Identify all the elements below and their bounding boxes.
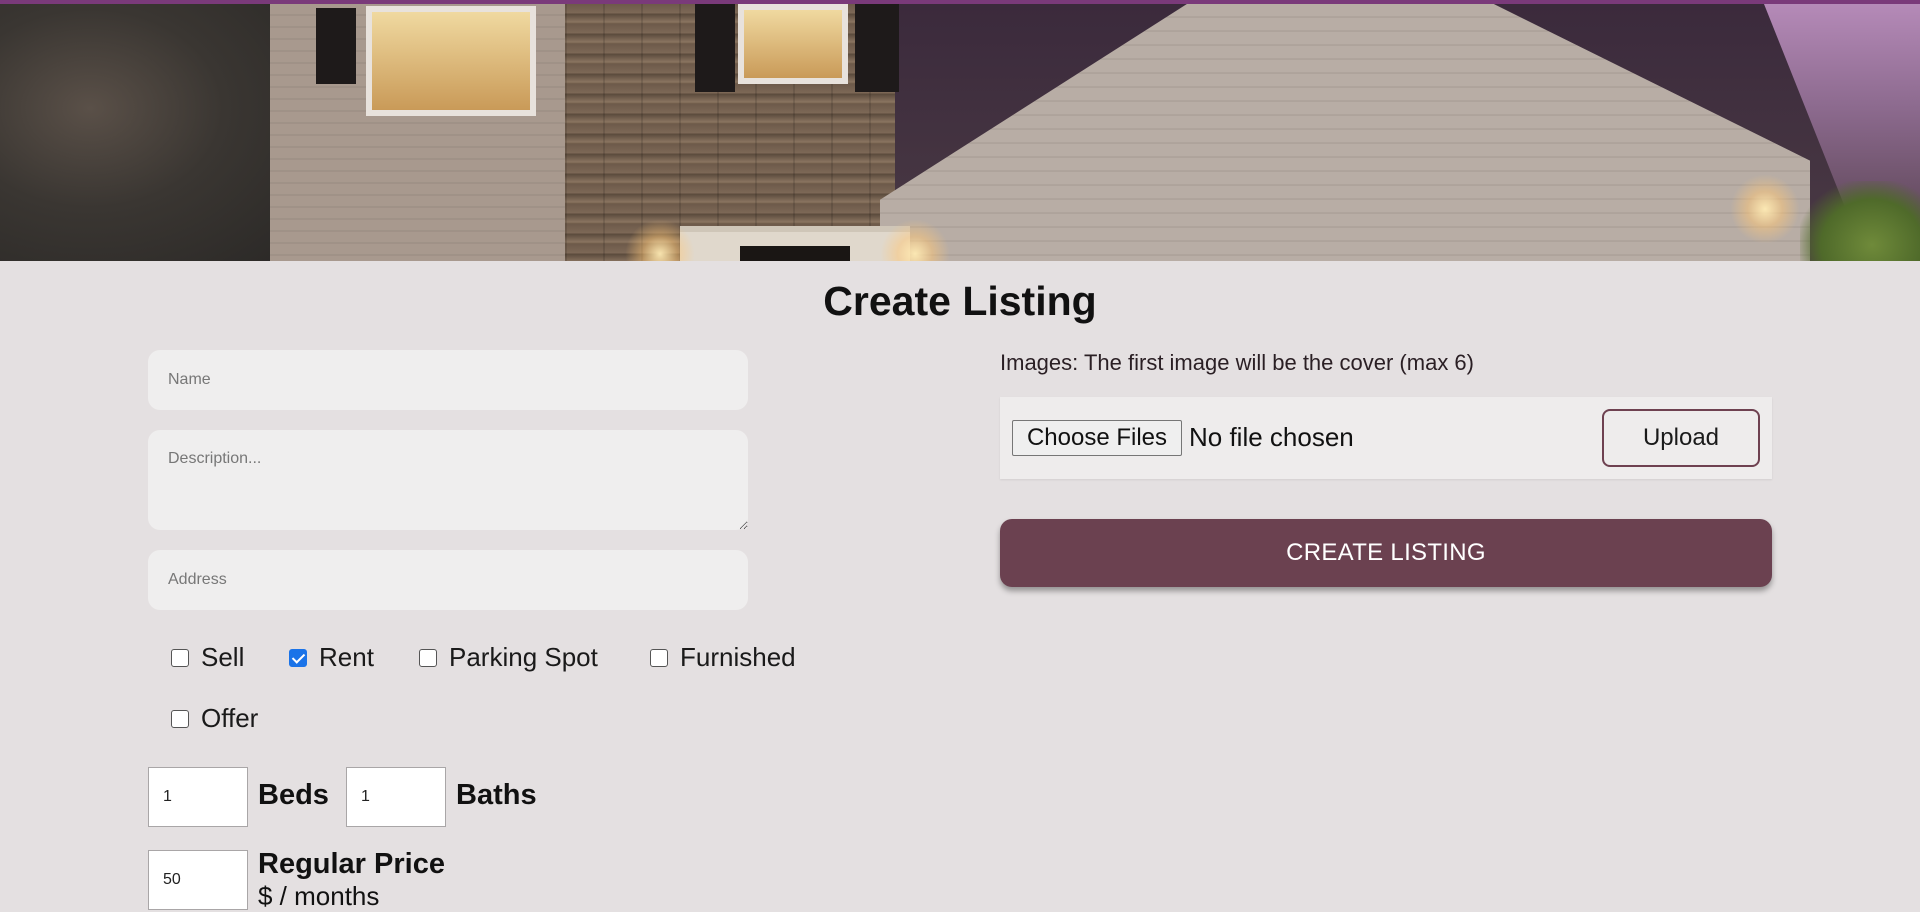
checkbox-rent-box[interactable] — [289, 648, 307, 667]
hero-window — [738, 4, 848, 84]
description-input[interactable] — [148, 430, 748, 530]
hero-gable — [880, 4, 1810, 261]
page-title: Create Listing — [823, 278, 1097, 324]
hero-house-image — [0, 0, 1920, 261]
checkbox-offer-box[interactable] — [171, 709, 189, 728]
images-label: Images: The first image will be the cove… — [1000, 350, 1474, 375]
image-upload-box: Choose Files No file chosen Upload — [1000, 397, 1772, 479]
hero-lamp — [1730, 174, 1800, 244]
hero-shutter — [855, 4, 899, 92]
create-listing-button[interactable]: CREATE LISTING — [1000, 519, 1772, 587]
checkbox-parking-spot-box[interactable] — [419, 648, 437, 667]
hero-shrub — [1800, 181, 1920, 261]
regular-price-label: Regular Price — [258, 848, 445, 880]
checkbox-furnished-box[interactable] — [650, 648, 668, 667]
address-input[interactable] — [148, 550, 748, 610]
checkbox-parking-spot-label: Parking Spot — [449, 642, 598, 672]
hero-shutter — [316, 8, 356, 84]
checkbox-parking-spot[interactable]: Parking Spot — [419, 642, 598, 673]
regular-price-input[interactable]: 50 — [148, 850, 248, 910]
baths-label: Baths — [456, 779, 537, 811]
beds-label: Beds — [258, 779, 329, 811]
hero-window — [366, 6, 536, 116]
checkbox-sell[interactable]: Sell — [171, 642, 244, 673]
checkbox-sell-box[interactable] — [171, 648, 189, 667]
beds-input[interactable]: 1 — [148, 767, 248, 827]
hero-trees — [0, 4, 300, 261]
checkbox-sell-label: Sell — [201, 642, 245, 672]
checkbox-offer-label: Offer — [201, 703, 259, 733]
hero-door — [680, 226, 910, 261]
upload-button[interactable]: Upload — [1602, 409, 1760, 467]
checkbox-rent-label: Rent — [319, 642, 374, 672]
hero-shutter — [695, 4, 735, 92]
baths-input[interactable]: 1 — [346, 767, 446, 827]
checkbox-furnished[interactable]: Furnished — [650, 642, 796, 673]
checkbox-rent[interactable]: Rent — [289, 642, 374, 673]
choose-files-button[interactable]: Choose Files — [1012, 420, 1182, 456]
no-file-chosen-text: No file chosen — [1189, 422, 1354, 452]
checkbox-offer[interactable]: Offer — [171, 703, 258, 734]
name-input[interactable] — [148, 350, 748, 410]
checkbox-furnished-label: Furnished — [680, 642, 796, 672]
regular-price-unit: $ / months — [258, 881, 380, 911]
